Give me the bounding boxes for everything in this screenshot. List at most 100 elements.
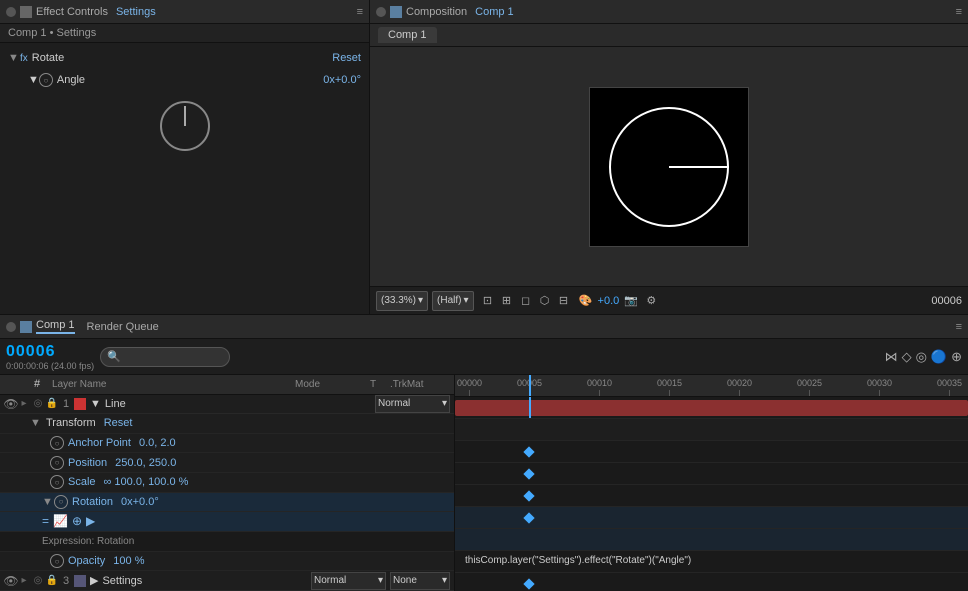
rotation-expand[interactable]: ▼ — [42, 496, 54, 508]
timeline-tool-icons: ⋈ ◇ ◎ 🔵 ⊕ — [885, 349, 962, 365]
comp-tab-bar: Comp 1 — [370, 24, 968, 47]
rotation-value[interactable]: 0x+0.0° — [121, 496, 159, 508]
comp-tab[interactable]: Comp 1 — [378, 27, 437, 43]
expr-link-icon[interactable]: ⊕ — [72, 514, 82, 528]
angle-icon: ○ — [39, 73, 53, 87]
layer-solo-icon[interactable]: ◎ — [32, 398, 44, 410]
col-layer-name: Layer Name — [52, 379, 106, 390]
track-row-rotation — [455, 507, 968, 529]
layer-panel: # Layer Name Mode T .TrkMat 👁 ▸ ◎ 🔒 1 — [0, 375, 455, 591]
layer-mode-select-line[interactable]: Normal ▾ — [375, 395, 450, 413]
camera-icon[interactable]: 📷 — [623, 293, 639, 309]
angle-value[interactable]: 0x+0.0° — [323, 74, 361, 86]
col-t: T — [370, 379, 390, 390]
quality-dropdown[interactable]: (Half) ▾ — [432, 291, 473, 311]
scale-row: ○ Scale ∞ 100.0, 100.0 % — [0, 473, 454, 493]
layer-name-line[interactable]: Line — [105, 398, 126, 410]
ruler-tick-15: 00015 — [657, 378, 682, 396]
zoom-dropdown[interactable]: (33.3%) ▾ — [376, 291, 428, 311]
comp-viewer — [370, 47, 968, 286]
effect-reset-button[interactable]: Reset — [332, 52, 361, 64]
layer-audio-icon[interactable]: ▸ — [18, 398, 30, 410]
track-rows: thisComp.layer("Settings").effect("Rotat… — [455, 397, 968, 591]
layer-controls-line: ▸ ◎ 🔒 — [18, 398, 58, 410]
settings-icon[interactable]: ⚙ — [643, 293, 659, 309]
timeline-tab-render-queue[interactable]: Render Queue — [87, 321, 159, 333]
effect-controls-header: Effect Controls Settings ≡ — [0, 0, 369, 24]
playhead[interactable] — [529, 375, 531, 396]
settings-solo-icon[interactable]: ◎ — [32, 575, 44, 587]
layer-expand-3[interactable]: ▶ — [90, 574, 98, 587]
expression-label: Expression: Rotation — [42, 536, 134, 547]
angle-expand-icon[interactable]: ▼ — [28, 74, 39, 86]
new-keyframe-icon[interactable]: ◇ — [902, 349, 912, 365]
keyframe-rotation[interactable] — [523, 512, 534, 523]
keyframe-position[interactable] — [523, 468, 534, 479]
layer-visibility-settings[interactable]: 👁 — [4, 574, 18, 588]
timecode-area: 00006 0:00:00:06 (24.00 fps) — [6, 343, 94, 371]
expr-pickup-icon[interactable]: ▶ — [86, 514, 95, 528]
anchor-point-value[interactable]: 0.0, 2.0 — [139, 437, 176, 449]
timeline-menu-button[interactable]: ≡ — [956, 321, 962, 333]
keyframe-anchor[interactable] — [523, 446, 534, 457]
comp-toolbar: (33.3%) ▾ (Half) ▾ ⊡ ⊞ ◻ ⬡ ⊟ 🎨 +0.0 📷 ⚙ … — [370, 286, 968, 314]
transform-expand-icon[interactable]: ▼ — [30, 417, 42, 429]
track-area: 00000 00005 00010 00015 — [455, 375, 968, 591]
close-button[interactable] — [6, 7, 16, 17]
comp-panel-menu-button[interactable]: ≡ — [956, 6, 962, 18]
layer-visibility-line[interactable]: 👁 — [4, 397, 18, 411]
opacity-row: ○ Opacity 100 % — [0, 552, 454, 572]
layer-row-settings: 👁 ▸ ◎ 🔒 3 ▶ Settings Normal ▾ — [0, 571, 454, 591]
pixel-icon[interactable]: ⊟ — [556, 293, 572, 309]
comp-close-button[interactable] — [376, 7, 386, 17]
timeline-header: Comp 1 Render Queue ≡ — [0, 315, 968, 339]
expr-graph-icon[interactable]: 📈 — [53, 514, 68, 528]
effect-controls-title: Effect Controls — [36, 6, 108, 18]
settings-audio-icon[interactable]: ▸ — [18, 575, 30, 587]
comp-line — [669, 166, 729, 168]
fit-icon[interactable]: ⊡ — [480, 293, 496, 309]
effect-name: Rotate — [32, 52, 64, 64]
grid-icon[interactable]: ⊞ — [499, 293, 515, 309]
transform-reset-button[interactable]: Reset — [104, 417, 133, 429]
color-value: +0.0 — [598, 295, 620, 307]
fx-badge: fx — [20, 53, 28, 64]
layer-trkmat-settings[interactable]: None ▾ — [390, 572, 450, 590]
3d-icon[interactable]: ⬡ — [537, 293, 553, 309]
track-row-scale — [455, 485, 968, 507]
layer-expand-1[interactable]: ▼ — [90, 398, 101, 410]
scale-value[interactable]: ∞ 100.0, 100.0 % — [104, 476, 189, 488]
position-value[interactable]: 250.0, 250.0 — [115, 457, 176, 469]
draft-icon[interactable]: ⊕ — [951, 349, 962, 365]
angle-dial[interactable] — [160, 101, 210, 151]
timecode[interactable]: 00006 — [6, 343, 94, 361]
layer-lock-icon[interactable]: 🔒 — [46, 398, 58, 410]
solo-icon[interactable]: ◎ — [916, 349, 927, 365]
angle-label: Angle — [57, 74, 85, 86]
keyframe-opacity[interactable] — [523, 578, 534, 589]
scale-label: Scale — [68, 476, 96, 488]
opacity-value[interactable]: 100 % — [113, 555, 144, 567]
keyframe-scale[interactable] — [523, 490, 534, 501]
layer-mode-select-settings[interactable]: Normal ▾ — [311, 572, 386, 590]
timeline-close-button[interactable] — [6, 322, 16, 332]
expression-row: Expression: Rotation — [0, 532, 454, 552]
search-input[interactable] — [100, 347, 230, 367]
snapping-icon[interactable]: ⋈ — [885, 349, 898, 365]
timeline-controls: 00006 0:00:00:06 (24.00 fps) ⋈ ◇ ◎ 🔵 ⊕ — [0, 339, 968, 375]
ruler-tick-25: 00025 — [797, 378, 822, 396]
col-lock: # — [34, 378, 48, 390]
layer-name-settings[interactable]: Settings — [102, 575, 142, 587]
position-icon: ○ — [50, 456, 64, 470]
timeline-tab-comp1[interactable]: Comp 1 — [36, 319, 75, 334]
settings-lock-icon[interactable]: 🔒 — [46, 575, 58, 587]
mask-icon[interactable]: ◻ — [518, 293, 534, 309]
effect-rotate-row: ▼ fx Rotate Reset — [0, 47, 369, 69]
expand-icon[interactable]: ▼ — [8, 52, 20, 64]
timeline-panel-icon — [20, 321, 32, 333]
rotation-row: ▼ ○ Rotation 0x+0.0° — [0, 493, 454, 513]
shy-icon[interactable]: 🔵 — [931, 349, 947, 365]
panel-menu-button[interactable]: ≡ — [357, 6, 363, 18]
color-swatch-icon[interactable]: 🎨 — [578, 293, 594, 309]
expr-enable-icon[interactable]: = — [42, 514, 49, 528]
